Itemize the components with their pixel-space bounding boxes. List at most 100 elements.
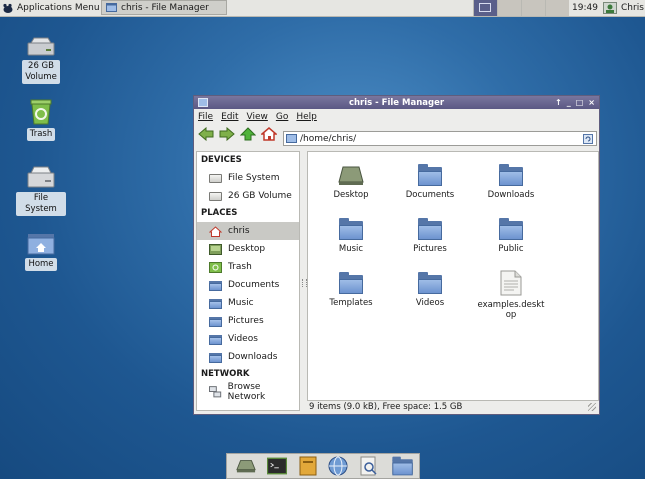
file-view: Desktop Documents Downloads Music Pictur…	[307, 151, 599, 401]
file-item-music[interactable]: Music	[316, 218, 386, 254]
sidebar-item-volume[interactable]: 26 GB Volume	[197, 187, 299, 205]
trash-icon	[30, 99, 52, 125]
file-item-label: Videos	[415, 298, 445, 308]
sidebar-item-label: Trash	[228, 262, 252, 272]
sidebar-item-downloads[interactable]: Downloads	[197, 348, 299, 366]
folder-icon	[209, 298, 222, 309]
minimize-button[interactable]: _	[567, 98, 571, 107]
drive-icon	[27, 37, 55, 56]
forward-icon[interactable]	[219, 127, 235, 141]
file-item-downloads[interactable]: Downloads	[476, 164, 546, 200]
file-item-label: examples.desktop	[477, 300, 545, 320]
folder-icon	[338, 272, 364, 294]
desktop-icon-label: File System	[16, 192, 66, 216]
desktop-icon-label: 26 GB Volume	[22, 60, 60, 84]
dock-terminal[interactable]	[266, 456, 287, 476]
sidebar-item-videos[interactable]: Videos	[197, 330, 299, 348]
sidebar-item-file-system[interactable]: File System	[197, 169, 299, 187]
user-menu[interactable]: Chris	[603, 0, 644, 16]
menu-view[interactable]: View	[247, 112, 268, 122]
reload-icon[interactable]	[583, 134, 593, 144]
file-item-examples-desktop[interactable]: examples.desktop	[476, 270, 546, 320]
applications-menu-label: Applications Menu	[17, 3, 100, 13]
show-desktop-icon	[236, 460, 257, 473]
desktop-icon-label: Home	[25, 258, 57, 271]
sidebar-header-places: PLACES	[201, 208, 238, 218]
menu-go[interactable]: Go	[276, 112, 288, 122]
top-panel: Applications Menu chris - File Manager 1…	[0, 0, 645, 17]
workspace-3[interactable]	[521, 0, 545, 16]
folder-icon	[209, 280, 222, 291]
home-icon	[209, 225, 222, 237]
file-item-public[interactable]: Public	[476, 218, 546, 254]
status-bar: 9 items (9.0 kB), Free space: 1.5 GB	[309, 402, 463, 412]
sidebar-item-label: Videos	[228, 334, 258, 344]
file-item-templates[interactable]: Templates	[316, 272, 386, 308]
menu-help[interactable]: Help	[296, 112, 317, 122]
resize-grip-icon[interactable]	[588, 403, 596, 411]
desktop-icon-file-system[interactable]: File System	[16, 165, 66, 216]
maximize-button[interactable]: □	[576, 98, 584, 107]
desktop-icon-volume[interactable]: 26 GB Volume	[16, 37, 66, 84]
sidebar-item-browse-network[interactable]: Browse Network	[197, 382, 299, 402]
close-button[interactable]: ×	[588, 98, 595, 107]
window-titlebar[interactable]: chris - File Manager ↑ _ □ ×	[194, 96, 599, 109]
file-item-pictures[interactable]: Pictures	[395, 218, 465, 254]
desktop-icon-trash[interactable]: Trash	[16, 97, 66, 141]
folder-icon	[209, 316, 222, 327]
file-item-label: Pictures	[413, 244, 447, 254]
back-icon[interactable]	[198, 127, 214, 141]
menu-edit[interactable]: Edit	[221, 112, 238, 122]
sidebar-item-label: Browse Network	[227, 382, 266, 402]
search-icon	[360, 456, 377, 476]
drive-icon	[27, 166, 55, 188]
dock-show-desktop[interactable]	[236, 456, 257, 476]
desktop-folder-icon	[338, 166, 364, 185]
folder-icon	[417, 272, 443, 294]
file-manager-window: chris - File Manager ↑ _ □ × File Edit V…	[193, 95, 600, 415]
file-item-documents[interactable]: Documents	[395, 164, 465, 200]
sticky-button[interactable]: ↑	[555, 98, 562, 107]
folder-icon	[498, 218, 524, 240]
dock-search[interactable]	[359, 456, 379, 476]
workspace-1[interactable]	[473, 0, 497, 16]
terminal-icon	[266, 457, 287, 475]
folder-icon	[391, 456, 413, 476]
workspace-2[interactable]	[497, 0, 521, 16]
dock-web-browser[interactable]	[328, 456, 348, 476]
sidebar-item-label: Pictures	[228, 316, 264, 326]
network-icon	[209, 386, 222, 398]
sidebar-item-label: Desktop	[228, 244, 266, 254]
dock-folder[interactable]	[390, 456, 413, 476]
clock[interactable]: 19:49	[572, 0, 598, 16]
sidebar-item-music[interactable]: Music	[197, 294, 299, 312]
desktop-icon-home[interactable]: Home	[16, 231, 66, 271]
folder-icon	[417, 164, 443, 186]
home-icon[interactable]	[261, 127, 277, 141]
up-icon[interactable]	[240, 127, 256, 141]
sidebar-item-documents[interactable]: Documents	[197, 276, 299, 294]
sidebar-item-label: chris	[228, 226, 250, 236]
folder-icon	[498, 164, 524, 186]
file-item-desktop[interactable]: Desktop	[316, 164, 386, 200]
applications-menu-button[interactable]: Applications Menu	[0, 0, 104, 16]
dock-file-manager[interactable]	[298, 456, 318, 476]
menu-bar: File Edit View Go Help	[194, 109, 599, 124]
location-path: /home/chris/	[300, 133, 357, 144]
folder-icon	[209, 352, 222, 363]
file-item-videos[interactable]: Videos	[395, 272, 465, 308]
sidebar-item-trash[interactable]: Trash	[197, 258, 299, 276]
menu-file[interactable]: File	[198, 112, 213, 122]
window-controls: ↑ _ □ ×	[555, 96, 595, 109]
sidebar-item-desktop[interactable]: Desktop	[197, 240, 299, 258]
user-icon	[603, 2, 617, 14]
sidebar-item-pictures[interactable]: Pictures	[197, 312, 299, 330]
sidebar-item-label: Downloads	[228, 352, 278, 362]
desktop-icon	[209, 243, 222, 255]
file-item-label: Desktop	[333, 190, 369, 200]
location-bar[interactable]: /home/chris/	[283, 131, 597, 146]
sidebar-item-chris[interactable]: chris	[197, 222, 299, 240]
workspace-4[interactable]	[545, 0, 569, 16]
xfce-mouse-icon	[3, 3, 13, 13]
taskbar-button-file-manager[interactable]: chris - File Manager	[101, 0, 227, 15]
